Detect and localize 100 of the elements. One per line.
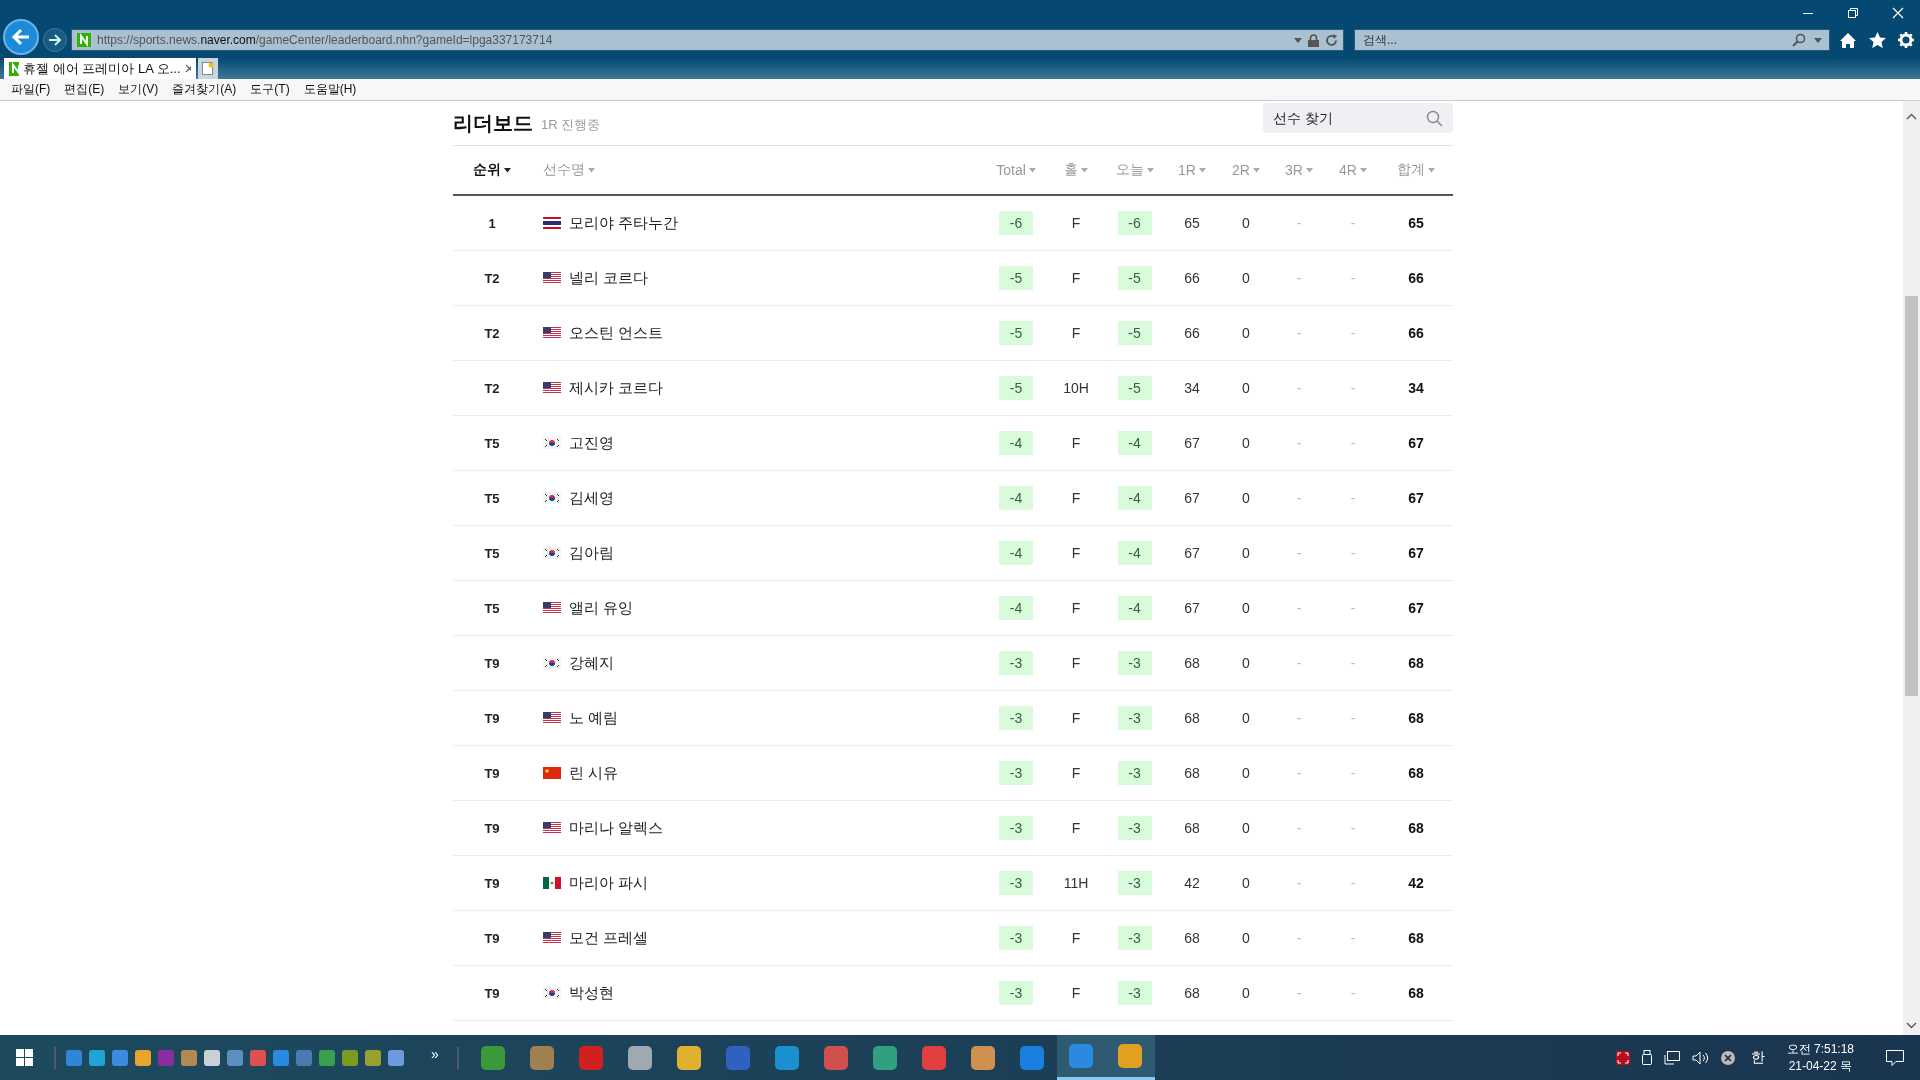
score-cell: -4 — [1117, 486, 1152, 510]
app-icon[interactable] — [250, 1049, 266, 1066]
search-icon[interactable] — [1792, 33, 1806, 47]
refresh-icon[interactable] — [1325, 33, 1338, 47]
score-cell: 68 — [1184, 710, 1200, 726]
score-cell: - — [1296, 820, 1302, 836]
score-cell: F — [1071, 490, 1081, 506]
player-name[interactable]: 노 예림 — [569, 708, 619, 728]
score-cell: 67 — [1408, 545, 1424, 561]
player-name[interactable]: 린 시유 — [569, 763, 619, 783]
flag-icon — [543, 437, 561, 449]
score-cell: 0 — [1242, 435, 1250, 451]
player-name[interactable]: 넬리 코르다 — [569, 268, 649, 288]
app-icon[interactable] — [204, 1049, 220, 1066]
score-cell: - — [1350, 655, 1356, 671]
player-name[interactable]: 앨리 유잉 — [569, 598, 634, 618]
score-cell: -3 — [1117, 706, 1152, 730]
app-icon[interactable] — [89, 1049, 105, 1066]
score-cell: 0 — [1242, 930, 1250, 946]
menu-item[interactable]: 보기(V) — [111, 81, 166, 98]
score-cell: -3 — [1117, 651, 1152, 675]
app-icon[interactable] — [135, 1049, 151, 1066]
app-icon[interactable] — [365, 1049, 381, 1066]
clock[interactable]: 오전 7:51:18 21-04-22 목 — [1774, 1040, 1866, 1075]
flag-icon — [543, 547, 561, 559]
player-name[interactable]: 김세영 — [569, 488, 614, 508]
app-icon[interactable] — [342, 1049, 358, 1066]
scrollbar-thumb[interactable] — [1905, 296, 1918, 696]
menu-item[interactable]: 편집(E) — [57, 81, 112, 98]
taskbar-app[interactable] — [1105, 1035, 1155, 1080]
settings-icon[interactable] — [1895, 32, 1917, 48]
player-name[interactable]: 모건 프레셀 — [569, 928, 649, 948]
dropdown-caret-icon[interactable] — [1294, 37, 1302, 43]
score-cell: F — [1071, 435, 1081, 451]
score-cell: -5 — [999, 266, 1033, 290]
player-name[interactable]: 박성현 — [569, 983, 614, 1003]
player-name[interactable]: 오스틴 언스트 — [569, 323, 664, 343]
player-name[interactable]: 제시카 코르다 — [569, 378, 664, 398]
player-name[interactable]: 모리야 주타누간 — [569, 213, 679, 233]
score-cell: -6 — [1117, 211, 1152, 235]
score-cell: -3 — [999, 816, 1033, 840]
browser-tab[interactable]: 휴젤 에어 프레미아 LA 오... — [4, 58, 196, 79]
input-method-indicator[interactable]: 한 — [1740, 1048, 1775, 1067]
player-name[interactable]: 마리아 파시 — [569, 873, 649, 893]
score-cell: - — [1350, 435, 1356, 451]
score-cell: -6 — [999, 211, 1033, 235]
score-cell: -3 — [999, 871, 1033, 895]
score-cell: 66 — [1184, 325, 1200, 341]
player-name[interactable]: 강혜지 — [569, 653, 614, 673]
score-cell: 42 — [1408, 875, 1424, 891]
score-cell: 0 — [1242, 765, 1250, 781]
app-icon[interactable] — [388, 1049, 404, 1066]
close-icon[interactable] — [184, 64, 191, 73]
score-cell: F — [1071, 985, 1081, 1001]
search-icon[interactable] — [1426, 110, 1443, 127]
player-name[interactable]: 마리나 알렉스 — [569, 818, 664, 838]
app-icon[interactable] — [273, 1049, 289, 1066]
scrollbar[interactable] — [1903, 101, 1920, 1035]
score-cell: 68 — [1184, 985, 1200, 1001]
app-icon[interactable] — [181, 1049, 197, 1066]
column-header[interactable]: 순위 — [453, 161, 531, 179]
taskbar-app[interactable] — [1056, 1035, 1106, 1080]
app-icon[interactable] — [112, 1049, 128, 1066]
app-icon[interactable] — [66, 1049, 82, 1066]
dropdown-caret-icon[interactable] — [1814, 38, 1822, 43]
player-search-field[interactable]: 선수 찾기 — [1263, 103, 1453, 133]
overflow-toggle[interactable]: » — [431, 1045, 439, 1062]
score-cell: F — [1071, 820, 1081, 836]
address-bar[interactable]: https://sports.news.naver.com/gameCenter/leaderboard.nhn?gameId=lpga337173714 — [71, 29, 1344, 51]
lock-icon — [1308, 33, 1319, 47]
back-button[interactable] — [3, 19, 39, 55]
score-cell: -3 — [1117, 981, 1152, 1005]
player-name[interactable]: 고진영 — [569, 433, 614, 453]
rank-cell-text: T9 — [483, 765, 501, 781]
forward-button[interactable] — [43, 28, 67, 52]
menu-item[interactable]: 도움말(H) — [296, 81, 364, 98]
score-cell: - — [1350, 600, 1356, 616]
rank-cell-text: T5 — [483, 600, 501, 616]
menu-item[interactable]: 파일(F) — [4, 81, 58, 98]
rank-cell-text: T2 — [483, 380, 501, 396]
menu-item[interactable]: 도구(T) — [243, 81, 297, 98]
rank-cell-text: 1 — [487, 215, 497, 231]
scroll-down-icon[interactable] — [1906, 1022, 1917, 1029]
score-cell: F — [1071, 325, 1081, 341]
app-icon[interactable] — [319, 1049, 335, 1066]
menu-item[interactable]: 즐겨찾기(A) — [165, 81, 244, 98]
score-cell: - — [1350, 380, 1356, 396]
star-icon[interactable] — [1866, 32, 1888, 48]
scroll-up-icon[interactable] — [1906, 113, 1917, 120]
score-cell: 0 — [1242, 545, 1250, 561]
score-cell: -4 — [1117, 541, 1152, 565]
score-cell: 0 — [1242, 710, 1250, 726]
score-cell: 68 — [1408, 930, 1424, 946]
player-name[interactable]: 김아림 — [569, 543, 614, 563]
score-cell: F — [1071, 710, 1081, 726]
score-cell: -5 — [1117, 376, 1152, 400]
new-tab-button[interactable] — [198, 58, 218, 79]
app-icon[interactable] — [227, 1049, 243, 1066]
browser-search-field[interactable]: 검색... — [1354, 29, 1830, 51]
score-cell: 0 — [1242, 270, 1250, 286]
